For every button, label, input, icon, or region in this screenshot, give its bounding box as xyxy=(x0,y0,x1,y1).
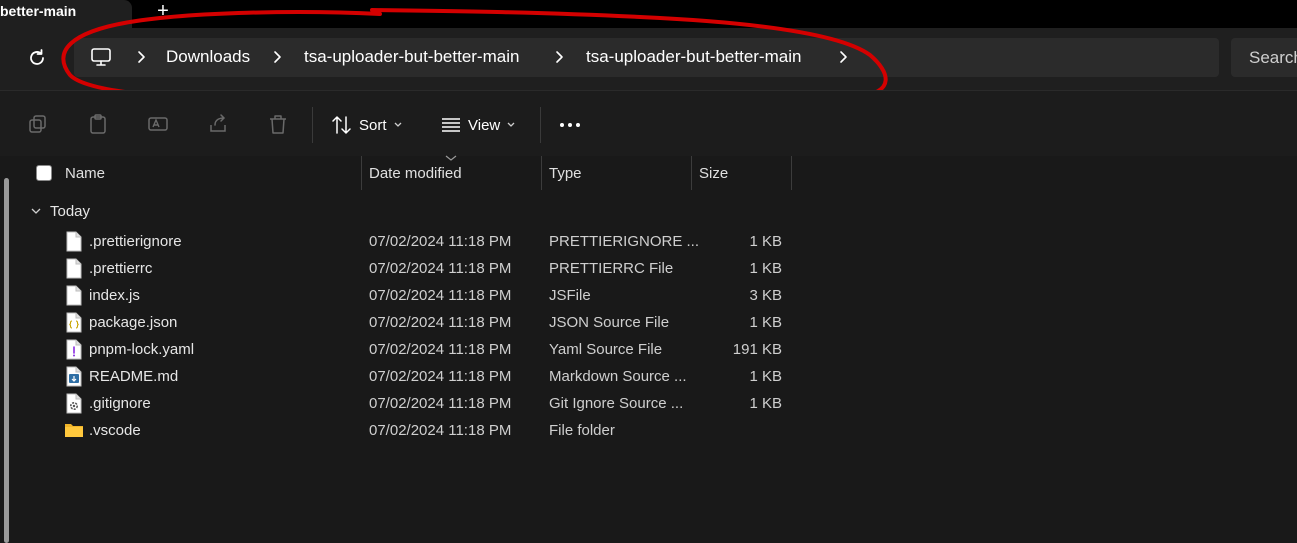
file-row[interactable]: .prettierignore 07/02/2024 11:18 PM PRET… xyxy=(0,228,900,255)
share-icon[interactable] xyxy=(207,113,229,135)
refresh-icon[interactable] xyxy=(26,47,48,69)
file-date: 07/02/2024 11:18 PM xyxy=(369,395,512,412)
folder-icon xyxy=(64,422,83,443)
chevron-right-icon[interactable] xyxy=(552,49,566,65)
sort-label: Sort xyxy=(359,116,387,134)
column-type-label: Type xyxy=(549,165,582,182)
tab-strip: better-main + xyxy=(0,0,1297,28)
column-divider[interactable] xyxy=(791,156,792,190)
file-type: JSFile xyxy=(549,287,591,304)
file-date: 07/02/2024 11:18 PM xyxy=(369,368,512,385)
column-divider[interactable] xyxy=(541,156,542,190)
markdown-file-icon xyxy=(65,366,83,387)
sort-icon xyxy=(332,116,351,134)
file-row[interactable]: package.json 07/02/2024 11:18 PM JSON So… xyxy=(0,309,900,336)
file-name: .vscode xyxy=(89,422,141,439)
column-divider[interactable] xyxy=(691,156,692,190)
more-icon[interactable] xyxy=(559,113,583,137)
delete-icon[interactable] xyxy=(267,113,289,135)
view-button[interactable]: View xyxy=(440,113,516,137)
file-type: Git Ignore Source ... xyxy=(549,395,684,412)
file-size: 1 KB xyxy=(749,233,782,250)
blank-file-icon xyxy=(65,285,83,306)
file-name: package.json xyxy=(89,314,178,331)
view-list-icon xyxy=(442,118,460,132)
file-type: Yaml Source File xyxy=(549,341,663,358)
this-pc-icon[interactable] xyxy=(90,47,112,67)
view-label: View xyxy=(468,116,501,134)
file-name: .prettierrc xyxy=(89,260,153,277)
column-date-label: Date modified xyxy=(369,165,462,182)
select-all-checkbox[interactable] xyxy=(36,165,52,181)
search-input[interactable]: Search xyxy=(1231,38,1297,77)
file-type: JSON Source File xyxy=(549,314,670,331)
blank-file-icon xyxy=(65,231,83,252)
file-row[interactable]: .vscode 07/02/2024 11:18 PM File folder xyxy=(0,417,900,444)
sort-button[interactable]: Sort xyxy=(331,113,403,137)
file-size: 1 KB xyxy=(749,260,782,277)
search-placeholder: Search xyxy=(1249,48,1297,67)
address-row: Downloads tsa-uploader-but-better-main t… xyxy=(0,28,1297,90)
file-date: 07/02/2024 11:18 PM xyxy=(369,341,512,358)
breadcrumb-folder[interactable]: tsa-uploader-but-better-main xyxy=(304,47,519,67)
column-size-label: Size xyxy=(699,165,729,182)
file-row[interactable]: pnpm-lock.yaml 07/02/2024 11:18 PM Yaml … xyxy=(0,336,900,363)
file-row[interactable]: .prettierrc 07/02/2024 11:18 PM PRETTIER… xyxy=(0,255,900,282)
file-size: 1 KB xyxy=(749,395,782,412)
file-name: .gitignore xyxy=(89,395,151,412)
breadcrumb-downloads[interactable]: Downloads xyxy=(166,47,250,67)
chevron-down-icon xyxy=(507,122,515,127)
command-separator xyxy=(540,107,541,143)
file-type: File folder xyxy=(549,422,615,439)
group-label: Today xyxy=(50,202,91,220)
chevron-right-icon[interactable] xyxy=(270,49,284,65)
file-size: 191 KB xyxy=(732,341,782,358)
column-header-name[interactable]: Name xyxy=(65,156,360,190)
tab-active[interactable]: better-main xyxy=(0,0,132,28)
file-row[interactable]: README.md 07/02/2024 11:18 PM Markdown S… xyxy=(0,363,900,390)
chevron-right-icon[interactable] xyxy=(134,49,148,65)
tab-title: better-main xyxy=(0,3,77,19)
rename-icon[interactable] xyxy=(147,113,169,135)
config-file-icon xyxy=(65,393,83,414)
file-date: 07/02/2024 11:18 PM xyxy=(369,233,512,250)
group-header-today[interactable]: Today xyxy=(30,201,90,221)
file-date: 07/02/2024 11:18 PM xyxy=(369,260,512,277)
file-list: Name Date modified Type Size Today .pret… xyxy=(0,155,1297,543)
file-name: pnpm-lock.yaml xyxy=(89,341,195,358)
file-size: 1 KB xyxy=(749,368,782,385)
chevron-right-icon[interactable] xyxy=(836,49,850,65)
sort-indicator-icon xyxy=(445,155,457,161)
paste-icon[interactable] xyxy=(87,113,109,135)
file-type: Markdown Source ... xyxy=(549,368,687,385)
file-name: index.js xyxy=(89,287,140,304)
file-date: 07/02/2024 11:18 PM xyxy=(369,287,512,304)
blank-file-icon xyxy=(65,258,83,279)
address-bar[interactable]: Downloads tsa-uploader-but-better-main t… xyxy=(74,38,1219,77)
chevron-down-icon xyxy=(394,122,401,127)
file-row[interactable]: index.js 07/02/2024 11:18 PM JSFile 3 KB xyxy=(0,282,900,309)
file-name: .prettierignore xyxy=(89,233,182,250)
chevron-down-icon xyxy=(31,208,41,214)
new-tab-button[interactable]: + xyxy=(153,0,173,22)
file-type: PRETTIERRC File xyxy=(549,260,674,277)
command-separator xyxy=(312,107,313,143)
file-date: 07/02/2024 11:18 PM xyxy=(369,422,512,439)
file-name: README.md xyxy=(89,368,179,385)
column-divider[interactable] xyxy=(361,156,362,190)
breadcrumb-current-folder[interactable]: tsa-uploader-but-better-main xyxy=(586,47,801,67)
command-bar: Sort View xyxy=(0,90,1297,156)
column-name-label: Name xyxy=(65,165,106,182)
column-header-size[interactable]: Size xyxy=(699,156,789,190)
file-row[interactable]: .gitignore 07/02/2024 11:18 PM Git Ignor… xyxy=(0,390,900,417)
json-file-icon xyxy=(65,312,83,333)
file-size: 1 KB xyxy=(749,314,782,331)
column-header-type[interactable]: Type xyxy=(549,156,689,190)
file-type: PRETTIERIGNORE ... xyxy=(549,233,700,250)
file-date: 07/02/2024 11:18 PM xyxy=(369,314,512,331)
yaml-file-icon xyxy=(65,339,83,360)
file-size: 3 KB xyxy=(749,287,782,304)
copy-icon[interactable] xyxy=(27,113,49,135)
